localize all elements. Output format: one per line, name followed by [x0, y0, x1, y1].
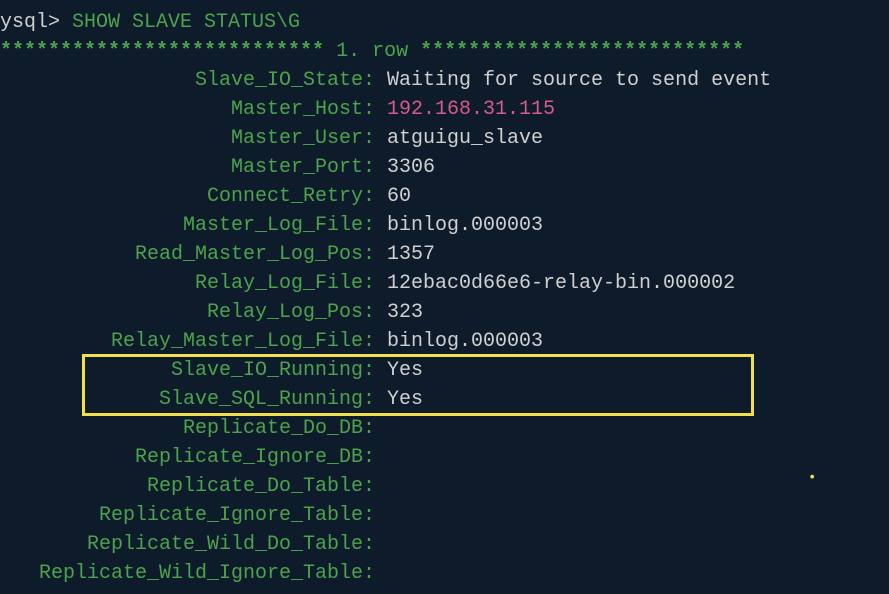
field-label: Connect_Retry:: [0, 182, 375, 211]
field-label: Master_Log_File:: [0, 211, 375, 240]
field-value: Yes: [387, 388, 423, 411]
field-label: Replicate_Wild_Ignore_Table:: [0, 559, 375, 588]
status-field-row: Master_Log_File: binlog.000003: [0, 211, 889, 240]
field-label: Relay_Log_File:: [0, 269, 375, 298]
status-field-row: Slave_IO_Running: Yes: [0, 356, 889, 385]
status-field-row: Replicate_Ignore_DB:: [0, 443, 889, 472]
status-field-row: Master_User: atguigu_slave: [0, 124, 889, 153]
status-field-row: Slave_IO_State: Waiting for source to se…: [0, 66, 889, 95]
status-field-row: Read_Master_Log_Pos: 1357: [0, 240, 889, 269]
field-value: 60: [387, 185, 411, 208]
field-label: Master_User:: [0, 124, 375, 153]
field-value: Yes: [387, 359, 423, 382]
field-value: binlog.000003: [387, 214, 543, 237]
status-field-row: Relay_Log_File: 12ebac0d66e6-relay-bin.0…: [0, 269, 889, 298]
status-field-row: Connect_Retry: 60: [0, 182, 889, 211]
status-field-row: Replicate_Wild_Ignore_Table:: [0, 559, 889, 588]
field-label: Replicate_Ignore_DB:: [0, 443, 375, 472]
field-label: Replicate_Do_DB:: [0, 414, 375, 443]
field-label: Relay_Master_Log_File:: [0, 327, 375, 356]
field-value: atguigu_slave: [387, 127, 543, 150]
status-field-row: Relay_Master_Log_File: binlog.000003: [0, 327, 889, 356]
highlight-wrapper: Slave_IO_Running: YesSlave_SQL_Running: …: [0, 356, 889, 414]
fields-container: Slave_IO_State: Waiting for source to se…: [0, 66, 889, 588]
status-field-row: Replicate_Do_DB:: [0, 414, 889, 443]
cursor-indicator: •: [808, 468, 816, 488]
field-label: Master_Host:: [0, 95, 375, 124]
field-label: Relay_Log_Pos:: [0, 298, 375, 327]
field-label: Replicate_Ignore_Table:: [0, 501, 375, 530]
status-field-row: Replicate_Do_Table:: [0, 472, 889, 501]
status-field-row: Master_Port: 3306: [0, 153, 889, 182]
field-label: Read_Master_Log_Pos:: [0, 240, 375, 269]
status-field-row: Master_Host: 192.168.31.115: [0, 95, 889, 124]
field-value: 12ebac0d66e6-relay-bin.000002: [387, 272, 735, 295]
field-value: Waiting for source to send event: [387, 69, 771, 92]
field-label: Master_Port:: [0, 153, 375, 182]
status-field-row: Replicate_Wild_Do_Table:: [0, 530, 889, 559]
status-field-row: Slave_SQL_Running: Yes: [0, 385, 889, 414]
field-value: 1357: [387, 243, 435, 266]
field-value: 192.168.31.115: [387, 98, 555, 121]
field-label: Slave_IO_State:: [0, 66, 375, 95]
prompt-line: ysql> SHOW SLAVE STATUS\G: [0, 8, 889, 37]
field-value: 323: [387, 301, 423, 324]
sql-command: SHOW SLAVE STATUS\G: [72, 11, 300, 34]
status-field-row: Relay_Log_Pos: 323: [0, 298, 889, 327]
field-label: Slave_SQL_Running:: [0, 385, 375, 414]
mysql-prompt: ysql>: [0, 11, 72, 34]
status-field-row: Replicate_Ignore_Table:: [0, 501, 889, 530]
row-separator: *************************** 1. row *****…: [0, 37, 889, 66]
field-label: Slave_IO_Running:: [0, 356, 375, 385]
field-value: binlog.000003: [387, 330, 543, 353]
field-label: Replicate_Do_Table:: [0, 472, 375, 501]
field-label: Replicate_Wild_Do_Table:: [0, 530, 375, 559]
field-value: 3306: [387, 156, 435, 179]
